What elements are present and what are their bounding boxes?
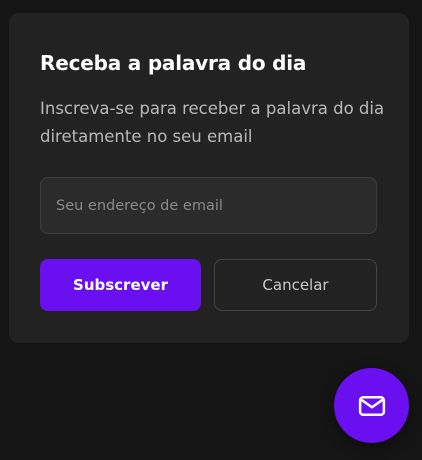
dialog-description: Inscreva-se para receber a palavra do di… (40, 99, 385, 146)
subscribe-dialog: Receba a palavra do dia Inscreva-se para… (9, 13, 409, 343)
subscribe-button[interactable]: Subscrever (40, 259, 201, 311)
newsletter-fab-button[interactable] (334, 368, 409, 443)
cancel-button[interactable]: Cancelar (214, 259, 377, 311)
dialog-title: Receba a palavra do dia (40, 51, 307, 75)
email-input[interactable] (40, 177, 377, 234)
mail-icon (358, 395, 385, 416)
